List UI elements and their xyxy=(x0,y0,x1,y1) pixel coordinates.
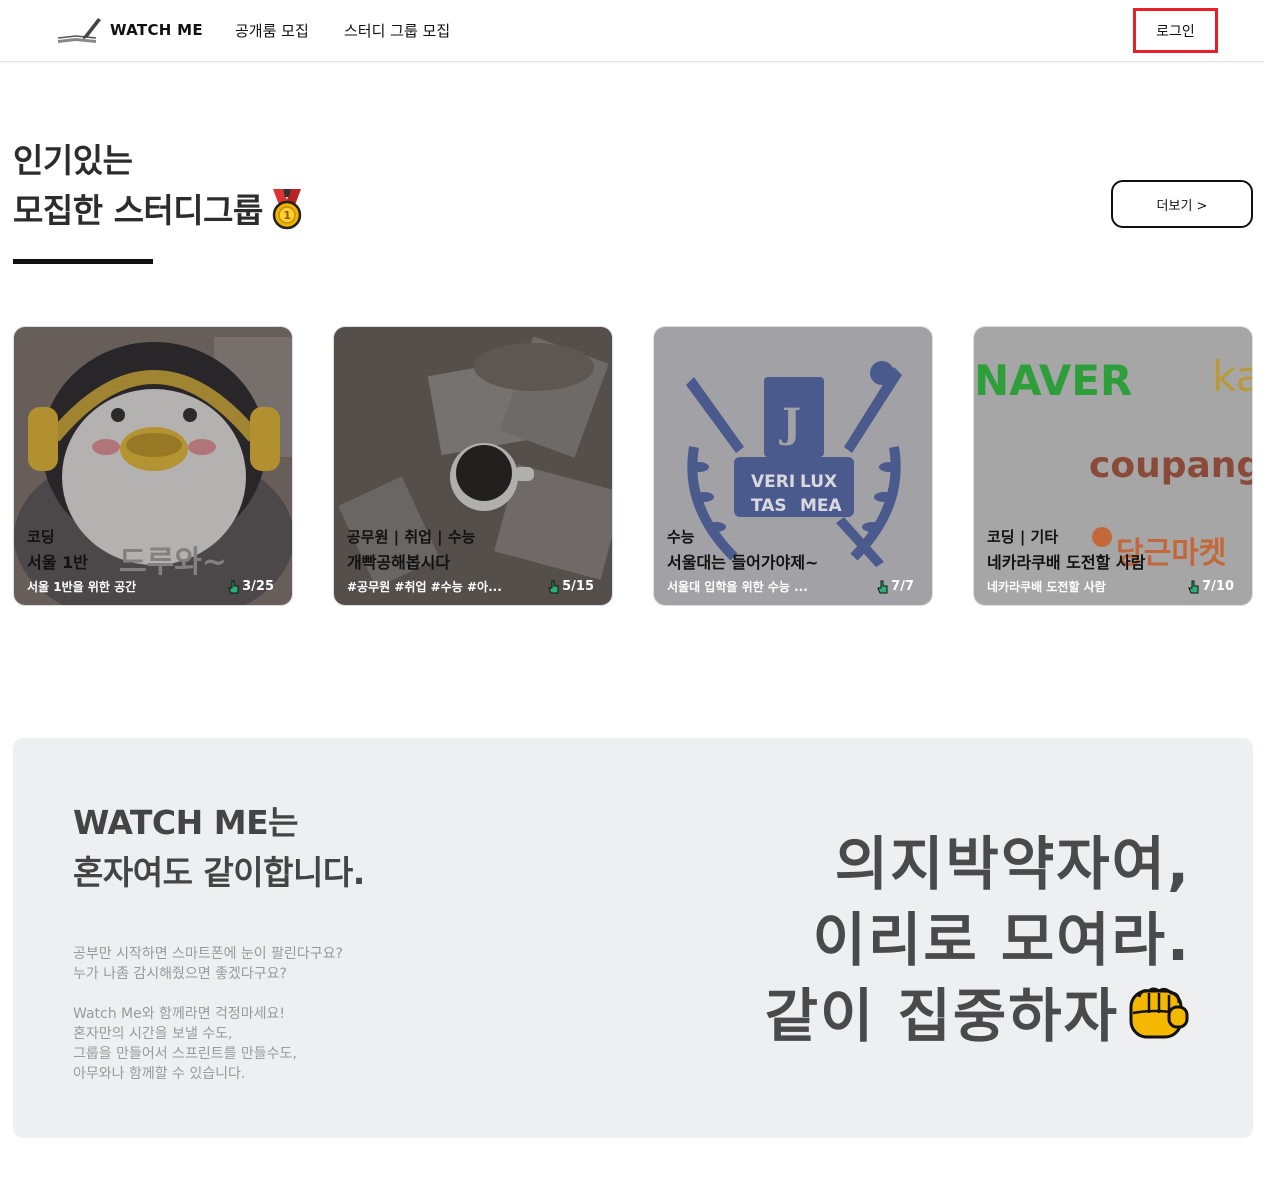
nav-open-room[interactable]: 공개룸 모집 xyxy=(235,20,309,41)
card-image-text: MEA xyxy=(800,496,843,516)
card-description: 서울대 입학을 위한 수능 ... xyxy=(667,580,808,594)
study-card[interactable]: 드루와~ 코딩 서울 1반 서울 1반을 위한 공간 3/25 xyxy=(13,326,293,606)
title-underline xyxy=(13,259,153,264)
card-member-count: 7/7 xyxy=(877,579,914,594)
card-name: 네카라쿠배 도전할 사람 xyxy=(987,553,1146,572)
card-name: 개빡공해봅시다 xyxy=(347,553,451,572)
card-image-text: VERI xyxy=(751,472,795,492)
hand-pointer-icon xyxy=(877,580,888,593)
card-image-text: TAS xyxy=(751,496,787,516)
card-name: 서울대는 들어가야제~ xyxy=(667,553,819,572)
banner-text-line: Watch Me와 함께라면 걱정마세요! xyxy=(73,1006,286,1022)
medal-icon: 1 xyxy=(272,188,302,229)
logo-text: WATCH ME xyxy=(110,21,203,39)
intro-banner: WATCH ME는 혼자여도 같이합니다. 공부만 시작하면 스마트폰에 눈이 … xyxy=(13,738,1253,1138)
banner-text-line: 누가 나좀 감시해줬으면 좋겠다구요? xyxy=(73,966,287,982)
card-member-count: 3/25 xyxy=(228,579,274,594)
card-image-text: LUX xyxy=(800,472,837,492)
section-title-line1: 인기있는 xyxy=(13,141,133,180)
banner-text-line: 아무와나 함께할 수 있습니다. xyxy=(73,1066,246,1082)
card-image-text: ka xyxy=(1212,352,1253,401)
banner-text-line: 혼자만의 시간을 보낼 수도, xyxy=(73,1026,233,1042)
svg-text:J: J xyxy=(779,400,801,447)
card-info: 수능 서울대는 들어가야제~ 서울대 입학을 위한 수능 ... 7/7 xyxy=(667,524,914,595)
card-description: 네카라쿠배 도전할 사람 xyxy=(987,580,1106,594)
fist-icon xyxy=(1129,987,1189,1039)
card-category: 수능 xyxy=(667,528,695,546)
hand-pointer-icon xyxy=(1188,580,1199,593)
slogan-line2: 이리로 모여라. xyxy=(812,906,1191,974)
logo[interactable]: WATCH ME xyxy=(56,14,203,46)
card-category: 공무원 | 취업 | 수능 xyxy=(347,528,476,546)
card-info: 공무원 | 취업 | 수능 개빡공해봅시다 #공무원 #취업 #수능 #아...… xyxy=(347,524,594,595)
card-description: #공무원 #취업 #수능 #아... xyxy=(347,580,502,594)
login-button[interactable]: 로그인 xyxy=(1133,8,1218,53)
banner-text-line: 그룹을 만들어서 스프린트를 만들수도, xyxy=(73,1046,297,1062)
hand-pointer-icon xyxy=(548,580,559,593)
hand-pointer-icon xyxy=(228,580,239,593)
card-name: 서울 1반 xyxy=(27,553,88,572)
banner-paragraph: 공부만 시작하면 스마트폰에 눈이 팔린다구요? 누가 나좀 감시해줬으면 좋겠… xyxy=(73,944,343,1084)
card-category: 코딩 xyxy=(27,528,55,546)
card-count-text: 7/7 xyxy=(891,579,914,594)
card-category: 코딩 | 기타 xyxy=(987,528,1059,546)
nav-study-group[interactable]: 스터디 그룹 모집 xyxy=(344,20,450,41)
card-info: 코딩 | 기타 네카라쿠배 도전할 사람 네카라쿠배 도전할 사람 7/10 xyxy=(987,524,1234,595)
card-member-count: 7/10 xyxy=(1188,579,1234,594)
slogan-line1: 의지박약자여, xyxy=(834,830,1191,898)
pen-book-logo-icon xyxy=(57,18,101,43)
card-member-count: 5/15 xyxy=(548,579,594,594)
study-card[interactable]: J VERI LUX TAS MEA 수능 서울대는 들어가야제~ 서울대 입학… xyxy=(653,326,933,606)
banner-slogan: 의지박약자여, 이리로 모여라. 같이 집중하자 xyxy=(765,826,1191,1054)
top-navbar: WATCH ME 공개룸 모집 스터디 그룹 모집 로그인 xyxy=(0,0,1264,62)
svg-text:1: 1 xyxy=(283,209,290,222)
card-count-text: 3/25 xyxy=(242,579,274,594)
card-info: 코딩 서울 1반 서울 1반을 위한 공간 3/25 xyxy=(27,524,274,595)
card-image-text: coupang xyxy=(1089,445,1253,486)
section-title: 인기있는 모집한 스터디그룹 1 xyxy=(13,136,307,236)
card-count-text: 7/10 xyxy=(1202,579,1234,594)
study-card[interactable]: NAVER ka coupang 당근마켓 코딩 | 기타 네카라쿠배 도전할 … xyxy=(973,326,1253,606)
banner-text-line: 공부만 시작하면 스마트폰에 눈이 팔린다구요? xyxy=(73,946,343,962)
banner-heading-line2: 혼자여도 같이합니다. xyxy=(73,853,365,892)
banner-heading-line1: WATCH ME는 xyxy=(73,803,298,842)
banner-text-line xyxy=(73,984,343,1004)
more-button[interactable]: 더보기 > xyxy=(1111,180,1253,228)
card-image-text: NAVER xyxy=(974,356,1132,405)
banner-heading: WATCH ME는 혼자여도 같이합니다. xyxy=(73,798,365,898)
card-count-text: 5/15 xyxy=(562,579,594,594)
section-title-line2: 모집한 스터디그룹 xyxy=(13,191,263,230)
study-card[interactable]: 공무원 | 취업 | 수능 개빡공해봅시다 #공무원 #취업 #수능 #아...… xyxy=(333,326,613,606)
slogan-line3: 같이 집중하자 xyxy=(764,982,1119,1050)
card-description: 서울 1반을 위한 공간 xyxy=(27,580,137,594)
